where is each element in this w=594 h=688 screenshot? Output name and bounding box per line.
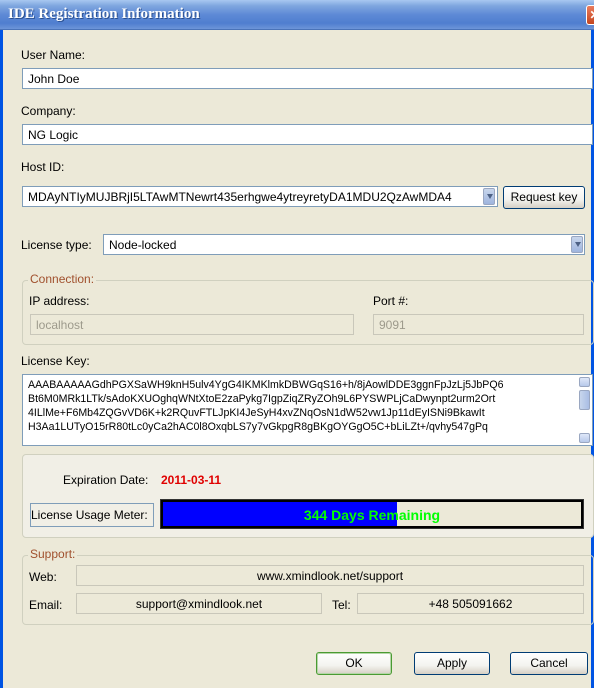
usage-meter: 344 Days Remaining: [160, 499, 584, 529]
license-key-line: Bt6M0MRk1LTk/sAdoKXUOghqWNtXtoE2zaPykg7I…: [28, 393, 496, 405]
scroll-down-icon[interactable]: [579, 433, 590, 443]
expiration-value: 2011-03-11: [161, 473, 222, 487]
license-type-label: License type:: [21, 238, 92, 252]
tel-field[interactable]: +48 505091662: [357, 593, 584, 614]
scroll-up-icon[interactable]: [579, 377, 590, 387]
user-name-field[interactable]: John Doe: [22, 68, 593, 89]
port-label: Port #:: [373, 294, 409, 308]
company-field[interactable]: NG Logic: [22, 124, 593, 145]
license-key-line: H3Aa1LUTyO15rR80tLc0yCa2hAC0l8OxqbLS7y7v…: [28, 421, 488, 433]
close-icon[interactable]: ✕: [586, 5, 594, 25]
user-name-label: User Name:: [21, 48, 86, 62]
cancel-button[interactable]: Cancel: [510, 652, 588, 675]
license-key-scrollbar[interactable]: [578, 376, 591, 444]
usage-meter-text: 344 Days Remaining: [303, 507, 441, 523]
license-key-line: AAABAAAAAGdhPGXSaWH9knH5ulv4YgG4IKMKlmkD…: [28, 379, 504, 391]
ip-address-field[interactable]: localhost: [30, 314, 354, 335]
connection-group: [22, 280, 594, 345]
web-field[interactable]: www.xmindlook.net/support: [76, 565, 584, 586]
license-key-label: License Key:: [21, 354, 90, 368]
chevron-down-icon[interactable]: [483, 188, 495, 205]
host-id-field[interactable]: MDAyNTIyMUJBRjI5LTAwMTNewrt435erhgwe4ytr…: [22, 186, 498, 207]
company-label: Company:: [21, 104, 76, 118]
license-key-textarea[interactable]: AAABAAAAAGdhPGXSaWH9knH5ulv4YgG4IKMKlmkD…: [22, 374, 593, 446]
expiration-label: Expiration Date:: [63, 473, 149, 487]
tel-label: Tel:: [332, 598, 351, 612]
host-id-label: Host ID:: [21, 160, 65, 174]
apply-button[interactable]: Apply: [414, 652, 490, 675]
title-bar[interactable]: IDE Registration Information ✕: [0, 0, 594, 30]
chevron-down-icon[interactable]: [571, 236, 583, 253]
ip-address-label: IP address:: [29, 294, 90, 308]
support-title: Support:: [28, 547, 78, 561]
license-key-line: 4ILlMe+F6Mb4ZQGvVD6K+k2RQuvFTLJpKI4JeSyH…: [28, 407, 485, 419]
web-label: Web:: [29, 570, 57, 584]
request-key-button[interactable]: Request key: [503, 186, 585, 209]
license-type-select[interactable]: Node-locked: [103, 234, 585, 255]
email-field[interactable]: support@xmindlook.net: [76, 593, 322, 614]
email-label: Email:: [29, 598, 63, 612]
window-title: IDE Registration Information: [8, 6, 200, 22]
ok-button[interactable]: OK: [316, 652, 392, 675]
port-field[interactable]: 9091: [373, 314, 584, 335]
usage-meter-label-box: [30, 503, 154, 527]
scroll-thumb[interactable]: [579, 390, 590, 410]
connection-title: Connection:: [28, 272, 97, 286]
